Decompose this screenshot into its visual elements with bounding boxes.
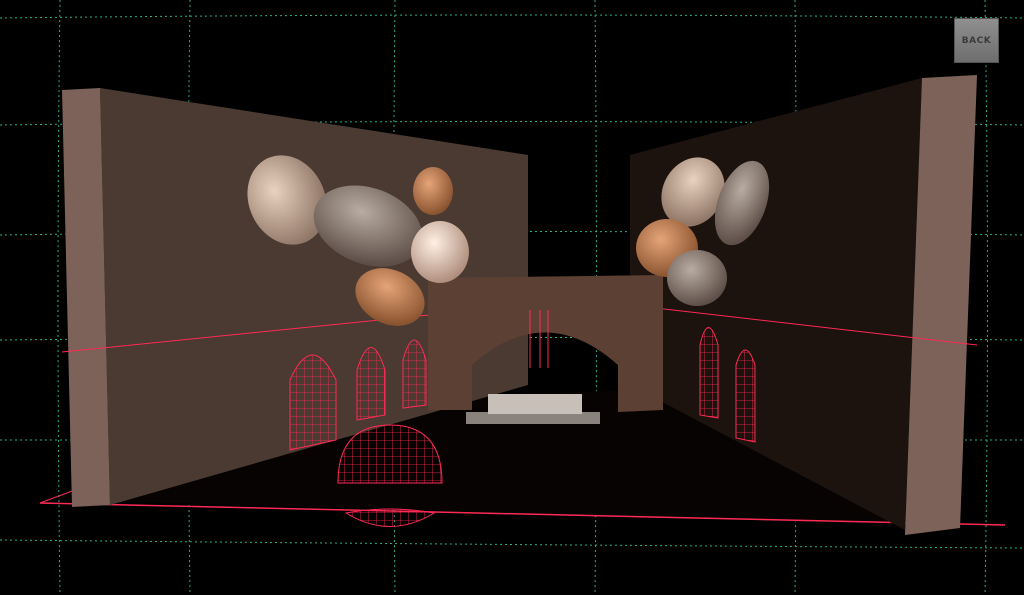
wireframe-dome xyxy=(337,424,443,527)
3d-viewport[interactable] xyxy=(0,0,1024,595)
back-button[interactable]: BACK xyxy=(954,18,999,63)
central-arch xyxy=(428,275,663,412)
